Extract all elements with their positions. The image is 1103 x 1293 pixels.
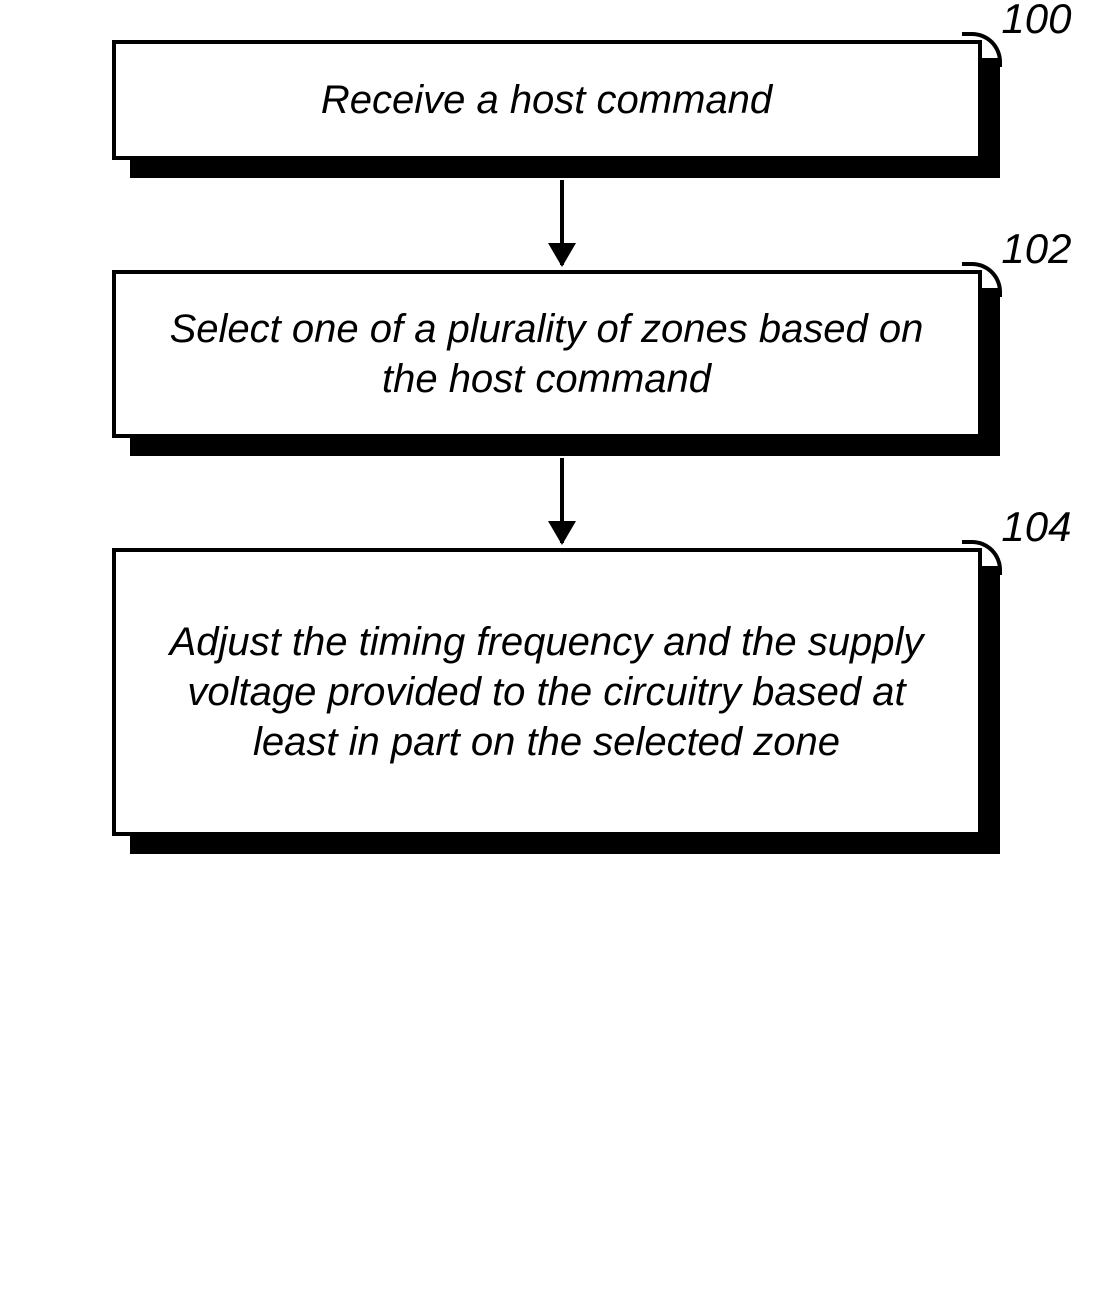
- arrow-1-to-2: [560, 180, 564, 265]
- flowchart-container: 100 Receive a host command 102 Select on…: [80, 40, 1043, 836]
- step-1-text: Receive a host command: [112, 40, 982, 160]
- step-3-text: Adjust the timing frequency and the supp…: [112, 548, 982, 836]
- step-3: 104 Adjust the timing frequency and the …: [112, 548, 1012, 836]
- arrow-2-to-3: [560, 458, 564, 543]
- step-3-callout: [962, 540, 1002, 575]
- step-3-label: 104: [1001, 503, 1071, 551]
- step-2-callout: [962, 262, 1002, 297]
- step-2: 102 Select one of a plurality of zones b…: [112, 270, 1012, 438]
- step-1-callout: [962, 32, 1002, 67]
- step-1: 100 Receive a host command: [112, 40, 1012, 160]
- step-2-text: Select one of a plurality of zones based…: [112, 270, 982, 438]
- step-2-label: 102: [1001, 225, 1071, 273]
- step-1-label: 100: [1001, 0, 1071, 43]
